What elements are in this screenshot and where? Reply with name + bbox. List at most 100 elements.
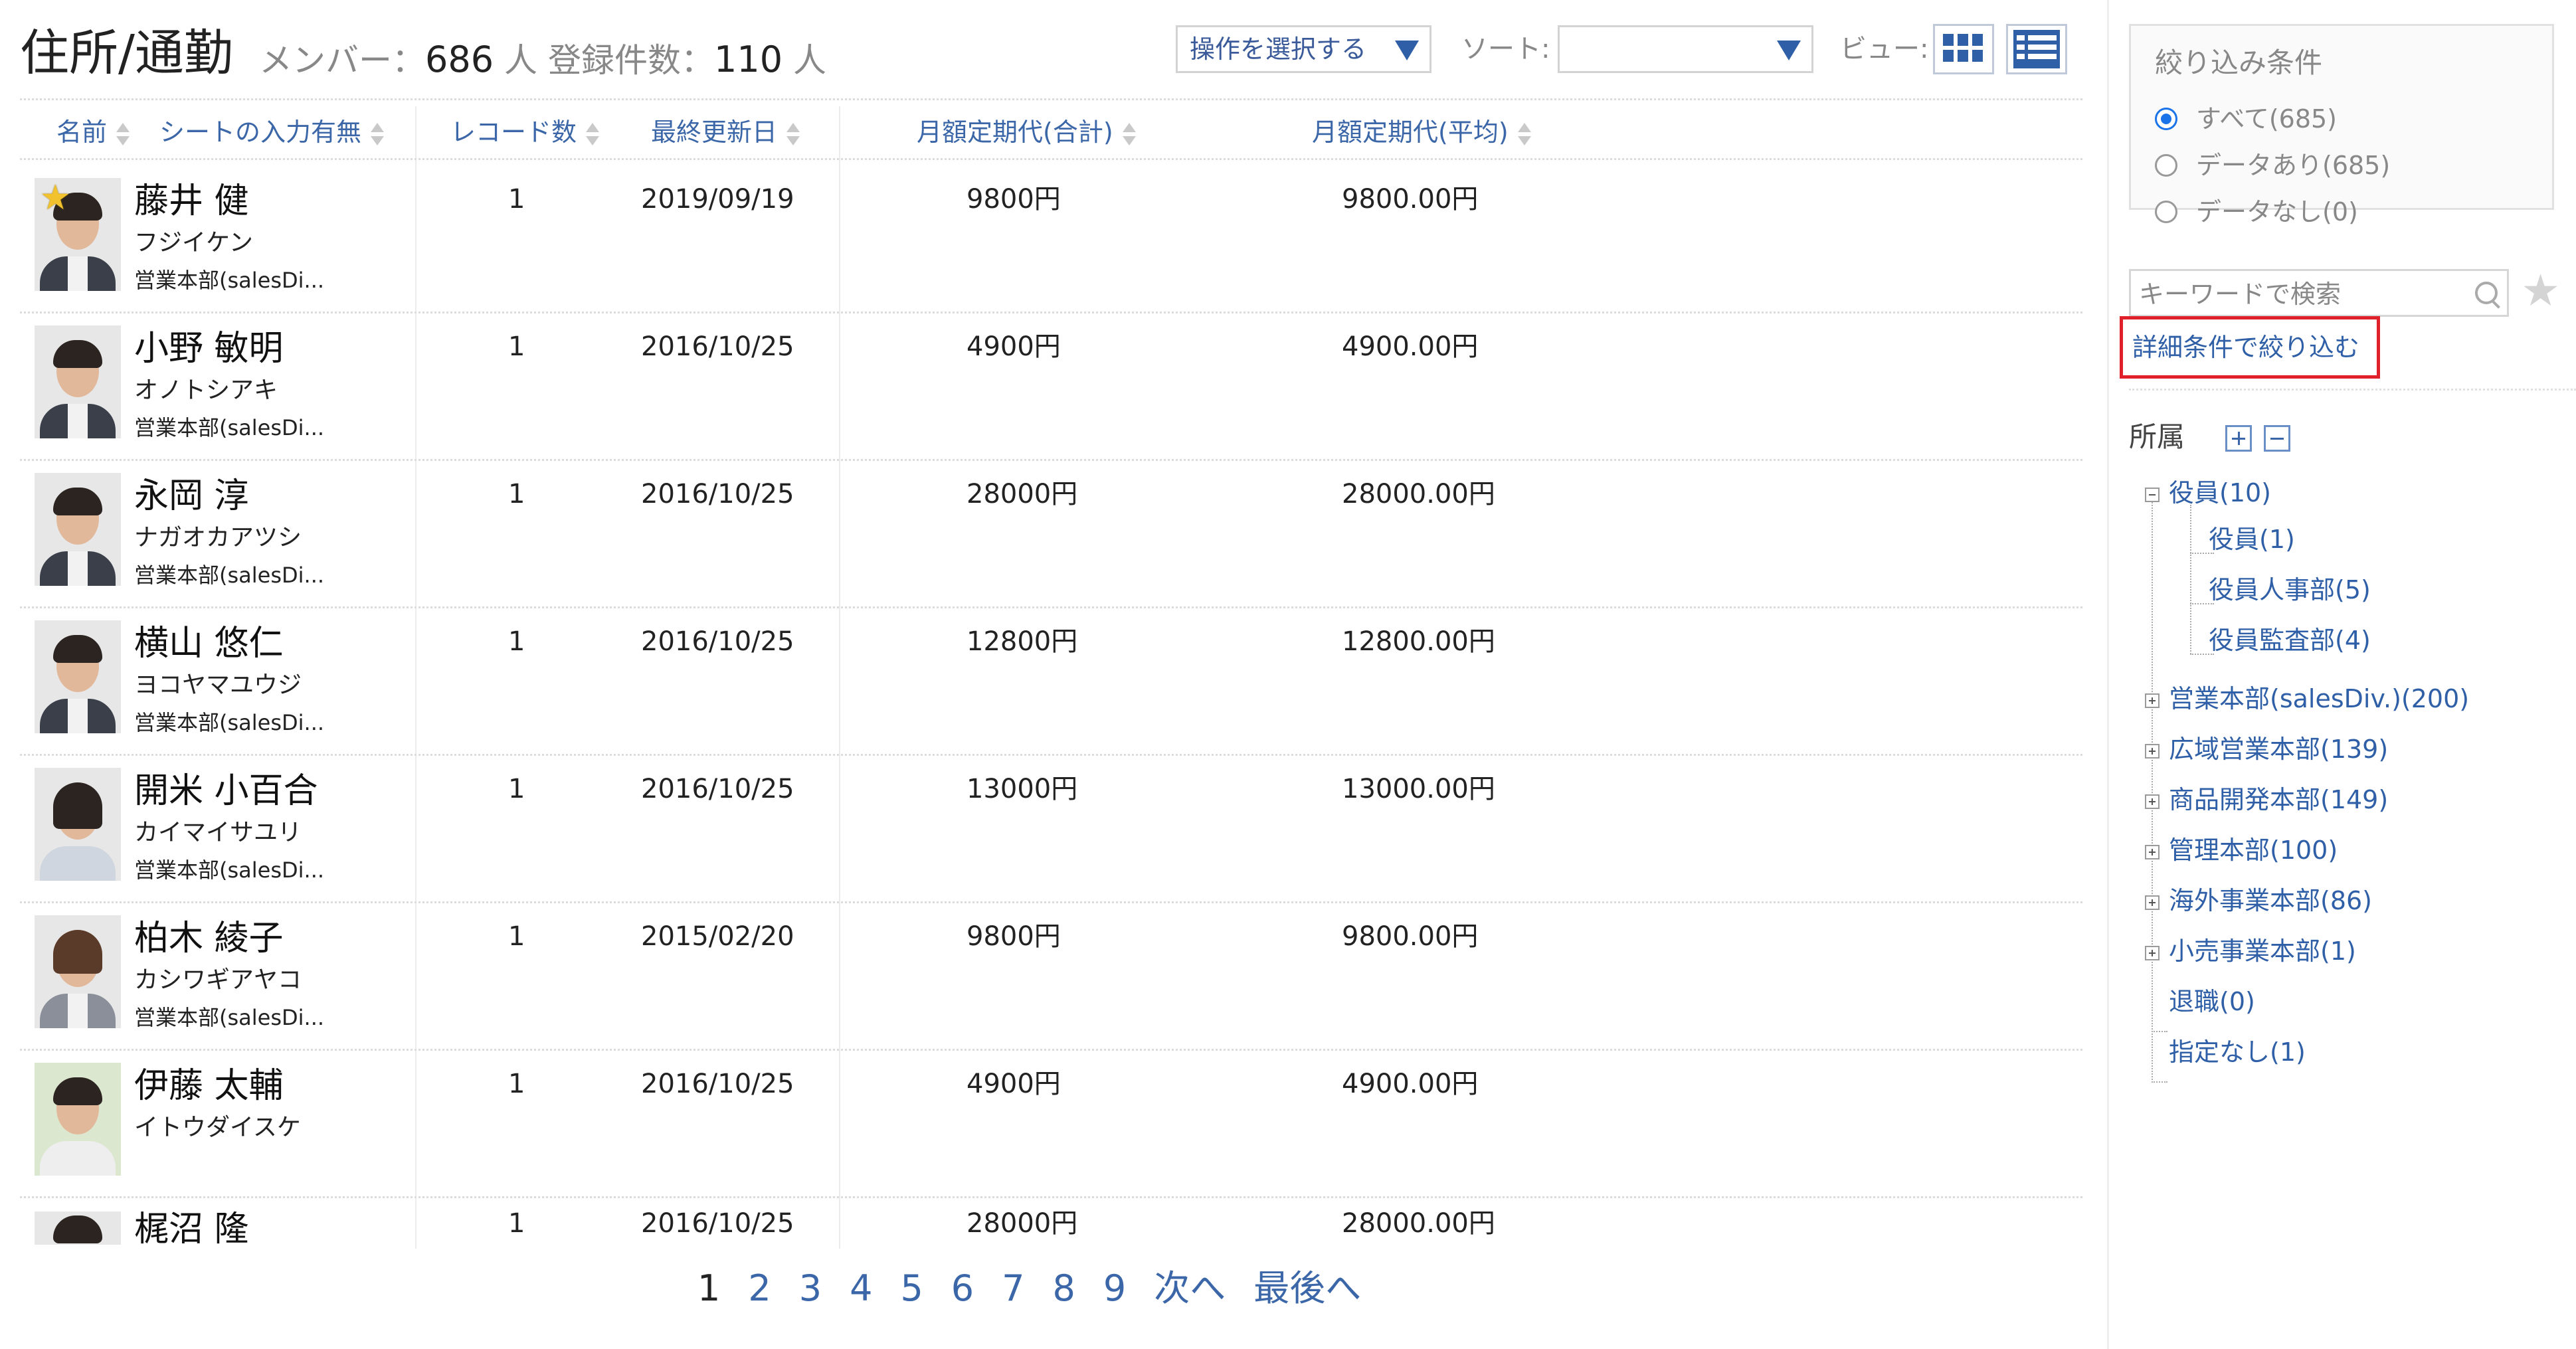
tree-node-child[interactable]: 役員(1)	[2209, 521, 2295, 558]
person-department: 営業本部(salesDi...	[134, 710, 325, 735]
detail-filter-link[interactable]: 詳細条件で絞り込む	[2132, 330, 2359, 365]
column-header-monthly-avg[interactable]: 月額定期代(平均)	[1312, 113, 1531, 151]
monthly-sum: 4900円	[966, 1069, 1061, 1099]
radio-without-data[interactable]: データなし(0)	[2155, 193, 2358, 230]
tree-node[interactable]: 商品開発本部(149)	[2169, 781, 2388, 818]
monthly-sum: 9800円	[966, 184, 1061, 215]
tree-node-child[interactable]: 役員人事部(5)	[2209, 571, 2371, 608]
table-row[interactable]: ★ 藤井 健 フジイケン 営業本部(salesDi... 1 2019/09/1…	[20, 166, 2082, 314]
person-name[interactable]: 開米 小百合	[134, 769, 318, 813]
tree-node[interactable]: 営業本部(salesDiv.)(200)	[2169, 680, 2469, 717]
tree-node[interactable]: 広域営業本部(139)	[2169, 731, 2388, 768]
table-row[interactable]: 伊藤 太輔 イトウダイスケ 1 2016/10/25 4900円 4900.00…	[20, 1051, 2082, 1198]
sort-label: ソート:	[1461, 34, 1550, 64]
page-link[interactable]: 7	[1002, 1265, 1024, 1312]
radio-icon	[2155, 153, 2177, 177]
tree-line	[2152, 1031, 2167, 1032]
action-select-label: 操作を選択する	[1190, 35, 1367, 64]
monthly-sum: 28000円	[966, 1208, 1078, 1239]
last-page-link[interactable]: 最後へ	[1253, 1265, 1361, 1312]
last-updated: 2016/10/25	[641, 479, 794, 509]
column-header-sheet-input[interactable]: シートの入力有無	[159, 113, 385, 151]
registered-unit: 人	[792, 41, 826, 80]
page-link[interactable]: 4	[850, 1265, 872, 1312]
column-header-monthly-sum[interactable]: 月額定期代(合計)	[917, 113, 1136, 151]
last-updated: 2016/10/25	[641, 331, 794, 362]
table-row[interactable]: 柏木 綾子 カシワギアヤコ 営業本部(salesDi... 1 2015/02/…	[20, 903, 2082, 1051]
action-select[interactable]: 操作を選択する	[1176, 25, 1431, 73]
column-header-records[interactable]: レコード数	[450, 113, 600, 151]
sort-icon	[1517, 122, 1531, 147]
table-row[interactable]: 梶沼 隆 1 2016/10/25 28000円 28000.00円	[20, 1198, 2082, 1245]
expand-node-icon[interactable]	[2145, 744, 2160, 759]
tree-line	[2152, 495, 2153, 1083]
expand-node-icon[interactable]	[2145, 845, 2160, 859]
tree-node[interactable]: 管理本部(100)	[2169, 832, 2338, 869]
table-row[interactable]: 横山 悠仁 ヨコヤマユウジ 営業本部(salesDi... 1 2016/10/…	[20, 608, 2082, 756]
expand-node-icon[interactable]	[2145, 693, 2160, 708]
tree-node[interactable]: 退職(0)	[2169, 983, 2255, 1020]
tree-node-executives[interactable]: 役員(10)	[2169, 474, 2271, 511]
column-header-name[interactable]: 名前	[56, 113, 130, 151]
person-name[interactable]: 小野 敏明	[134, 327, 284, 371]
avatar[interactable]	[35, 915, 121, 1028]
tree-node[interactable]: 小売事業本部(1)	[2169, 933, 2356, 970]
page-link[interactable]: 2	[748, 1265, 771, 1312]
table-row[interactable]: 永岡 淳 ナガオカアツシ 営業本部(salesDi... 1 2016/10/2…	[20, 461, 2082, 608]
tree-node-child[interactable]: 役員監査部(4)	[2209, 622, 2371, 659]
expand-node-icon[interactable]	[2145, 946, 2160, 960]
person-department: 営業本部(salesDi...	[134, 563, 325, 588]
next-page-link[interactable]: 次へ	[1154, 1265, 1226, 1312]
monthly-avg: 9800.00円	[1342, 921, 1479, 952]
avatar[interactable]	[35, 1063, 121, 1176]
page-link[interactable]: 9	[1103, 1265, 1126, 1312]
avatar[interactable]	[35, 473, 121, 586]
radio-with-data[interactable]: データあり(685)	[2155, 147, 2390, 184]
collapse-all-button[interactable]	[2264, 425, 2290, 452]
monthly-avg: 28000.00円	[1342, 1208, 1495, 1239]
monthly-avg: 28000.00円	[1342, 479, 1495, 509]
expand-node-icon[interactable]	[2145, 794, 2160, 809]
search-input[interactable]	[2138, 275, 2466, 314]
avatar[interactable]	[35, 620, 121, 733]
member-unit: 人	[504, 41, 537, 80]
panel-divider	[2107, 0, 2109, 1349]
grid-view-button[interactable]	[1933, 24, 1994, 74]
person-name[interactable]: 藤井 健	[134, 179, 249, 223]
favorite-star-icon[interactable]: ★	[2521, 267, 2560, 315]
expand-node-icon[interactable]	[2145, 895, 2160, 910]
column-header-updated[interactable]: 最終更新日	[651, 113, 800, 151]
last-updated: 2019/09/19	[641, 184, 794, 215]
page-link[interactable]: 5	[900, 1265, 923, 1312]
sort-icon	[371, 122, 385, 147]
tree-node[interactable]: 海外事業本部(86)	[2169, 882, 2372, 919]
filter-title: 絞り込み条件	[2155, 46, 2323, 79]
person-name[interactable]: 横山 悠仁	[134, 622, 284, 666]
page-link[interactable]: 3	[799, 1265, 822, 1312]
person-name[interactable]: 柏木 綾子	[134, 917, 284, 960]
avatar[interactable]	[35, 325, 121, 438]
pagination: 1 2 3 4 5 6 7 8 9 次へ 最後へ	[697, 1265, 1389, 1312]
record-count: 1	[508, 184, 525, 215]
last-updated: 2016/10/25	[641, 1208, 794, 1239]
collapse-node-icon[interactable]	[2145, 488, 2160, 502]
page-link[interactable]: 6	[951, 1265, 974, 1312]
expand-all-button[interactable]	[2225, 425, 2252, 452]
search-icon[interactable]	[2475, 282, 2498, 304]
list-view-button[interactable]	[2006, 24, 2067, 74]
sort-select[interactable]	[1558, 25, 1813, 73]
page-title: 住所/通勤	[20, 25, 233, 82]
radio-label: データなし(0)	[2196, 197, 2358, 226]
person-name[interactable]: 梶沼 隆	[134, 1208, 249, 1245]
affiliation-label: 所属	[2129, 420, 2185, 453]
person-name[interactable]: 永岡 淳	[134, 474, 249, 518]
radio-all[interactable]: すべて(685)	[2155, 100, 2337, 137]
registered-count: 登録件数：110 人	[548, 27, 826, 94]
tree-node[interactable]: 指定なし(1)	[2169, 1034, 2306, 1071]
person-name[interactable]: 伊藤 太輔	[134, 1064, 284, 1108]
page-link[interactable]: 8	[1053, 1265, 1075, 1312]
table-row[interactable]: 開米 小百合 カイマイサユリ 営業本部(salesDi... 1 2016/10…	[20, 756, 2082, 903]
table-row[interactable]: 小野 敏明 オノトシアキ 営業本部(salesDi... 1 2016/10/2…	[20, 314, 2082, 461]
avatar[interactable]	[35, 768, 121, 881]
avatar[interactable]	[35, 1212, 121, 1245]
